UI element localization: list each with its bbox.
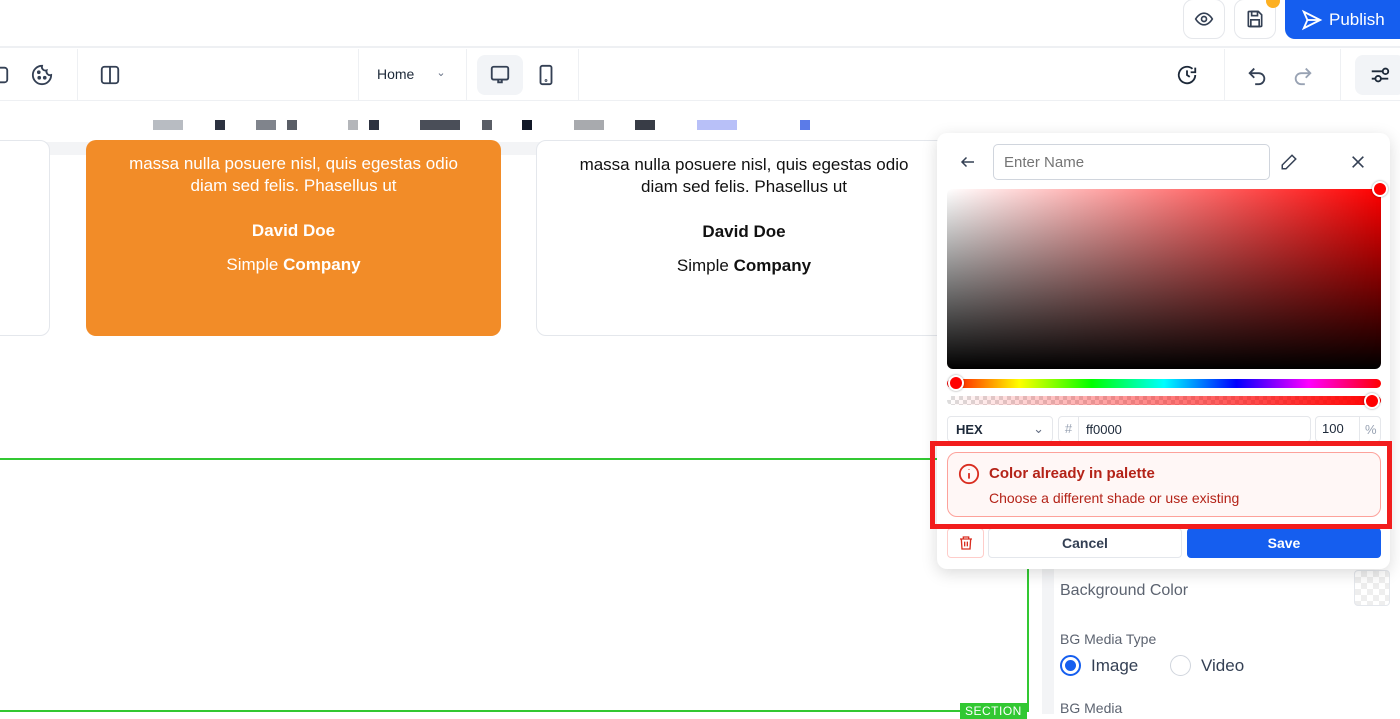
desktop-view-button[interactable] [477, 55, 523, 95]
trash-icon [959, 536, 972, 550]
layers-icon[interactable] [0, 62, 12, 88]
testimonial-card-partial [0, 140, 50, 336]
top-bar: Publish [0, 0, 1400, 48]
bg-color-label: Background Color [1060, 582, 1189, 599]
hex-input[interactable]: # ff0000 [1058, 416, 1311, 442]
section-tag[interactable]: SECTION [960, 703, 1027, 719]
history-icon[interactable] [1174, 62, 1200, 88]
hue-handle[interactable] [948, 375, 964, 391]
testimonial-card[interactable]: massa nulla posuere nisl, quis egestas o… [86, 140, 501, 336]
alpha-slider[interactable] [947, 396, 1381, 405]
radio-label: Video [1201, 655, 1245, 675]
eye-icon [1194, 12, 1214, 26]
error-highlight-box [930, 441, 1392, 529]
radio-checked-icon [1060, 655, 1081, 676]
tablet-view-button[interactable] [533, 62, 559, 88]
chevron-down-icon: ⌄ [1033, 421, 1044, 436]
hue-slider[interactable] [947, 379, 1381, 388]
testimonial-card[interactable]: massa nulla posuere nisl, quis egestas o… [536, 140, 966, 336]
bg-media-type-label: BG Media Type [1060, 631, 1157, 647]
publish-button[interactable]: Publish [1285, 0, 1400, 39]
floppy-disk-icon [1247, 10, 1263, 28]
unsaved-dot [1266, 0, 1280, 8]
publish-label: Publish [1329, 9, 1385, 29]
back-arrow-icon[interactable] [959, 153, 977, 176]
preview-button[interactable] [1183, 0, 1225, 39]
page-select[interactable]: Home ⌄ [377, 66, 446, 82]
opacity-input[interactable]: 100% [1315, 416, 1381, 442]
tablet-icon [539, 64, 553, 86]
percent-suffix: % [1365, 421, 1377, 437]
send-icon [1301, 9, 1323, 30]
sliders-icon [1371, 67, 1390, 83]
testimonial-name: David Doe [702, 222, 786, 241]
testimonial-quote: massa nulla posuere nisl, quis egestas o… [579, 155, 909, 196]
radio-image[interactable]: Image [1060, 655, 1138, 676]
hash-prefix: # [1059, 417, 1079, 441]
close-icon[interactable] [1350, 154, 1366, 175]
format-select[interactable]: HEX ⌄ [947, 416, 1053, 442]
radio-video[interactable]: Video [1170, 655, 1244, 676]
pencil-icon[interactable] [1280, 153, 1298, 176]
hex-value: ff0000 [1086, 421, 1122, 437]
split-view-icon[interactable] [97, 62, 123, 88]
redo-icon[interactable] [1290, 62, 1316, 88]
cookie-icon[interactable] [29, 62, 55, 88]
format-value: HEX [956, 421, 983, 437]
save-button[interactable]: Save [1187, 528, 1381, 558]
radio-unchecked-icon [1170, 655, 1191, 676]
undo-icon[interactable] [1244, 62, 1270, 88]
alpha-handle[interactable] [1364, 393, 1380, 409]
testimonial-quote: massa nulla posuere nisl, quis egestas o… [129, 154, 458, 195]
chevron-down-icon: ⌄ [436, 67, 446, 79]
page-select-value: Home [377, 66, 415, 82]
testimonial-company: Simple Company [226, 255, 361, 274]
editor-toolbar: Home ⌄ [0, 49, 1400, 101]
testimonial-company: Simple Company [676, 256, 812, 275]
monitor-icon [490, 65, 510, 84]
bg-color-swatch[interactable] [1354, 570, 1390, 606]
color-name-input[interactable] [993, 144, 1270, 180]
cancel-button[interactable]: Cancel [988, 528, 1182, 558]
saturation-handle[interactable] [1372, 181, 1388, 197]
testimonial-name: David Doe [251, 221, 336, 240]
radio-label: Image [1091, 655, 1139, 675]
opacity-value: 100 [1316, 417, 1360, 441]
settings-panel-button[interactable] [1355, 55, 1400, 95]
selected-section-outline[interactable] [0, 458, 1029, 712]
delete-color-button[interactable] [947, 528, 984, 558]
saturation-value-area[interactable] [947, 189, 1381, 369]
